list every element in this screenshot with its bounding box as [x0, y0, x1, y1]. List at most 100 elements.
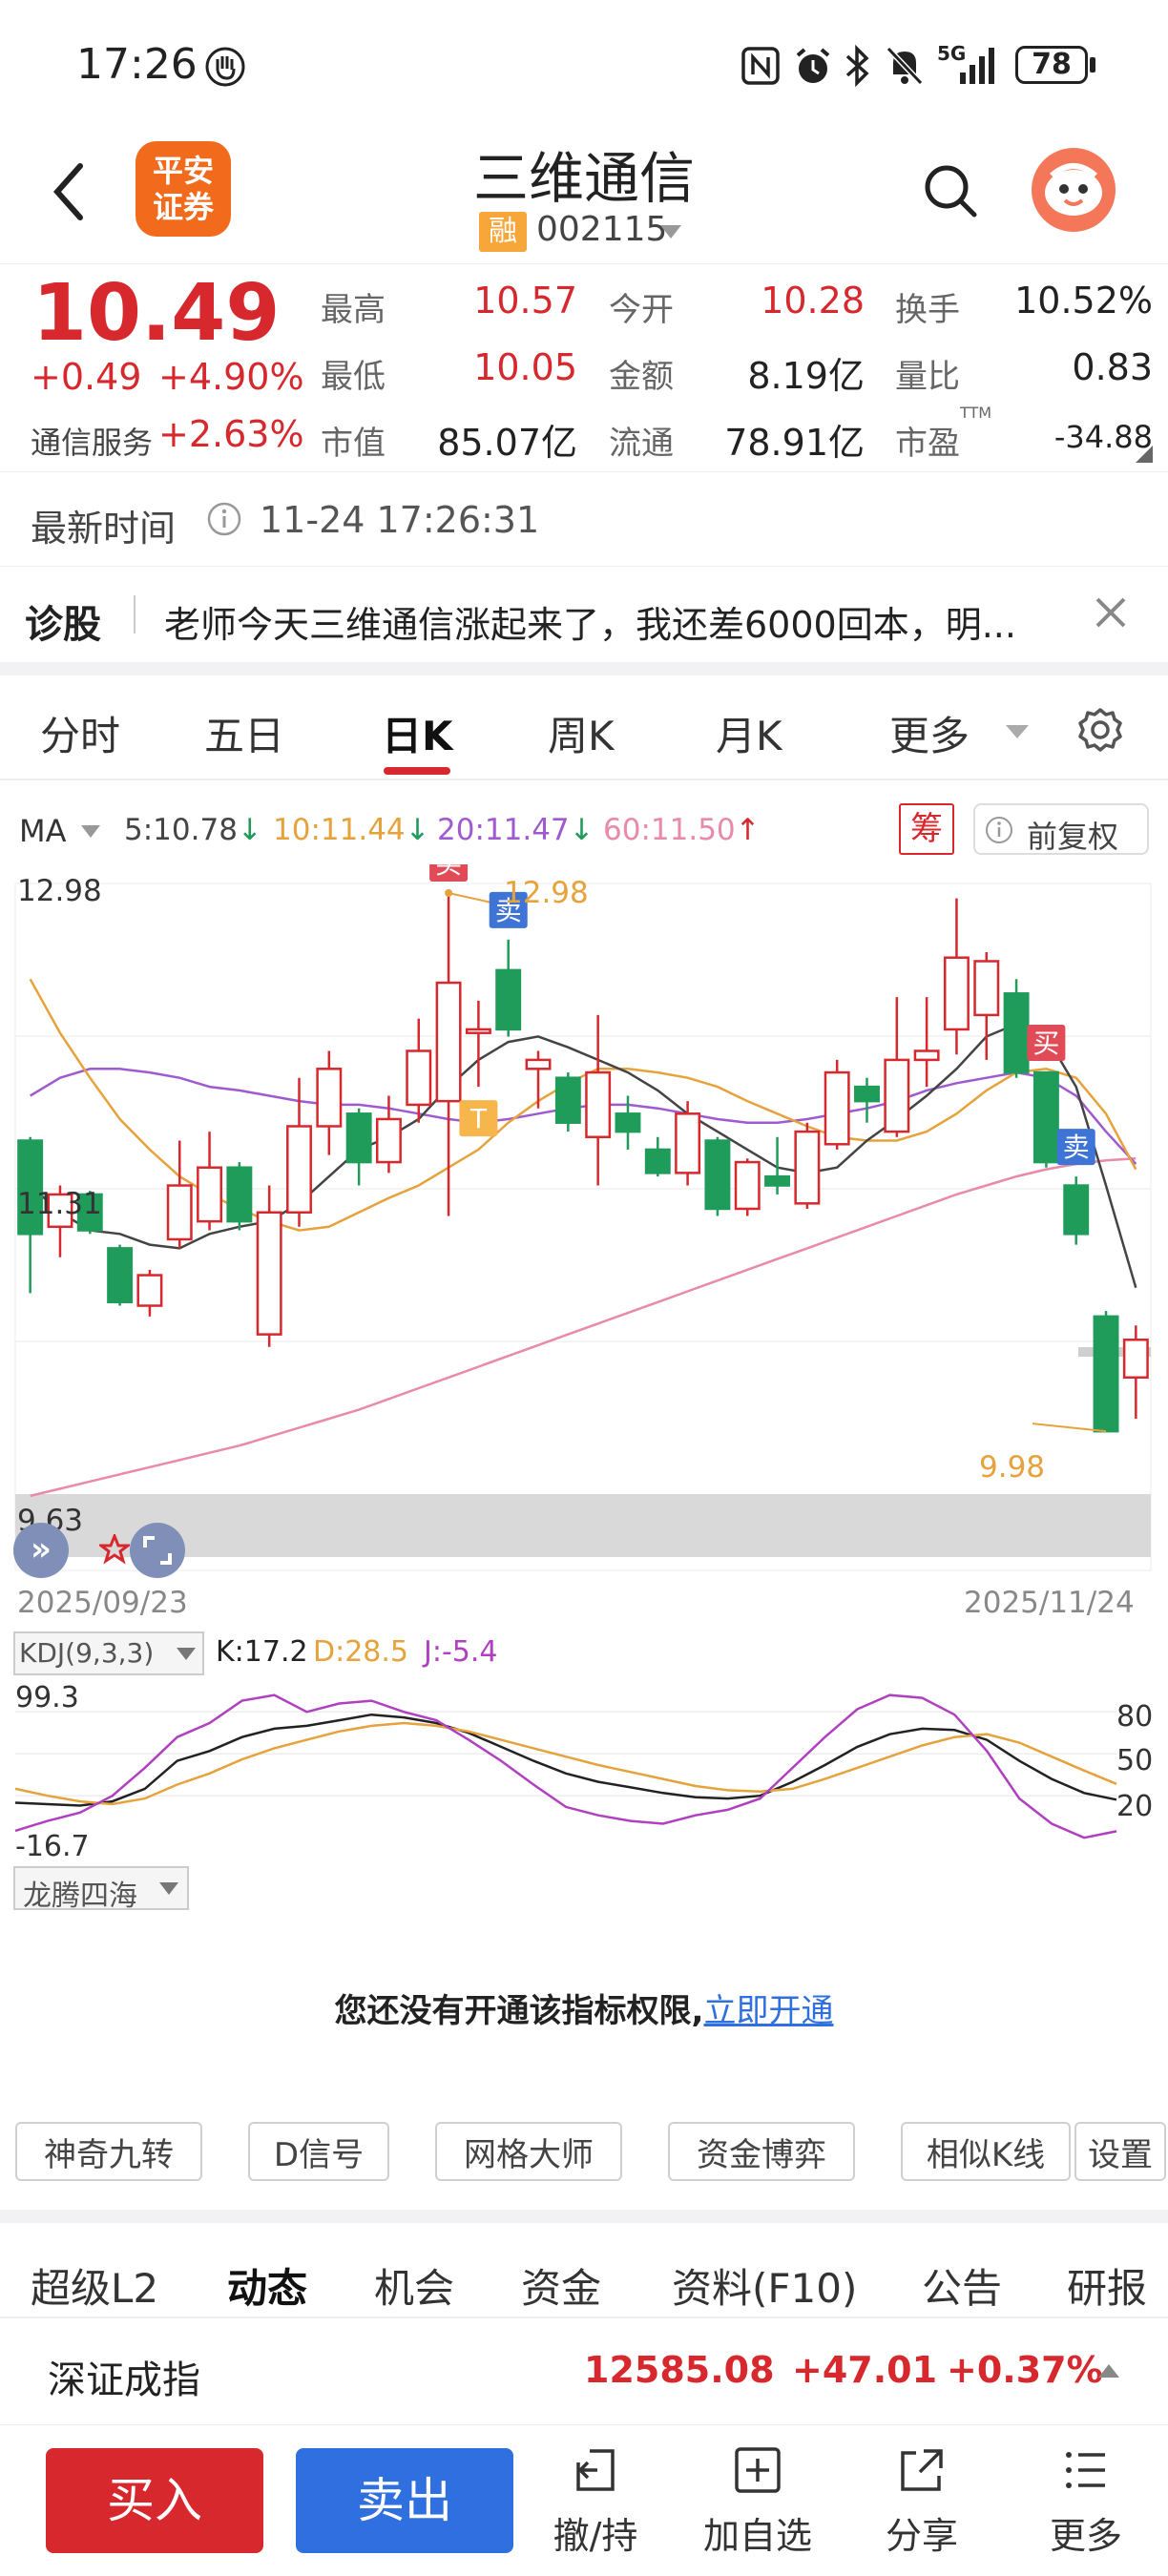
quote-grid: 最高 10.57 今开 10.28 换手 10.52% 最低 10.05 金额 …: [0, 264, 1168, 472]
volume-ratio-label: 量比: [895, 358, 960, 396]
kdj-svg: [14, 1693, 1117, 1839]
tab-f10[interactable]: 资料(F10): [672, 2256, 857, 2315]
kdj-selector[interactable]: KDJ(9,3,3): [13, 1631, 204, 1675]
active-tab-underline: [384, 767, 450, 775]
assistant-avatar-icon[interactable]: [1031, 147, 1116, 233]
index-bar[interactable]: 深证成指 12585.08 +47.01 +0.37%: [0, 2320, 1168, 2425]
broker-logo: 平安 证券: [136, 141, 231, 237]
cancel-order-icon: [569, 2443, 622, 2497]
permission-notice: 您还没有开通该指标权限,立即开通: [0, 1984, 1168, 2031]
stock-code[interactable]: 002115: [536, 210, 667, 249]
candle-body: [406, 1049, 432, 1107]
candle-body: [913, 1049, 940, 1062]
tab-monthly-k[interactable]: 月K: [716, 704, 782, 762]
kdj-y-min: -16.7: [15, 1830, 90, 1863]
tool-magic-nine[interactable]: 神奇九转: [15, 2122, 202, 2181]
tab-five-day[interactable]: 五日: [204, 704, 284, 762]
nav-cancel-hold[interactable]: 撤/持: [529, 2428, 662, 2559]
diagnosis-text[interactable]: 老师今天三维通信涨起来了，我还差6000回本，明...: [164, 595, 1016, 648]
ma-legend: MA 5:10.78↓ 10:11.44↓ 20:11.47↓ 60:11.50…: [0, 798, 1168, 864]
market-cap-label: 市值: [321, 425, 386, 463]
tab-more[interactable]: 更多: [889, 704, 970, 762]
tab-weekly-k[interactable]: 周K: [548, 704, 615, 762]
nav-share[interactable]: 分享: [855, 2428, 989, 2559]
tool-fund-game[interactable]: 资金博弈: [668, 2122, 855, 2181]
kline-svg: 买卖T买卖: [14, 864, 1152, 1571]
open-value: 10.28: [761, 280, 865, 322]
activate-link[interactable]: 立即开通: [703, 1992, 833, 2030]
ma-label[interactable]: MA: [19, 813, 67, 849]
candle-body: [375, 1117, 402, 1164]
kdj-k-line: [14, 1713, 1117, 1807]
fullscreen-icon[interactable]: [130, 1523, 185, 1578]
float-cap-value: 78.91亿: [724, 422, 865, 464]
volume-ratio-value: 0.83: [1072, 346, 1153, 388]
ma60-text: 60:11.50: [603, 813, 736, 847]
expand-corner-icon[interactable]: [1136, 446, 1153, 463]
tool-grid-master[interactable]: 网格大师: [435, 2122, 622, 2181]
adjust-mode-label: 前复权: [1027, 819, 1119, 855]
nav-more[interactable]: 更多: [1019, 2428, 1153, 2559]
turnover-label: 换手: [895, 291, 960, 329]
low-annotation: 9.98: [979, 1450, 1046, 1485]
chevron-up-icon: [1097, 2362, 1120, 2379]
expand-left-button[interactable]: »: [13, 1523, 69, 1578]
buy-button[interactable]: 买入: [46, 2448, 263, 2553]
kline-chart[interactable]: 买卖T买卖 12.98 11.31 9.63 12.98 9.98 2025/0…: [0, 864, 1168, 1628]
candle-body: [1093, 1315, 1119, 1433]
chip-distribution-button[interactable]: 筹: [899, 803, 954, 855]
amount-value: 8.19亿: [747, 355, 865, 397]
index-pct: +0.37%: [947, 2349, 1103, 2391]
extra-indicator-selector[interactable]: 龙腾四海: [13, 1866, 189, 1913]
tool-settings[interactable]: 设置: [1074, 2122, 1166, 2181]
ma20-value: 20:11.47↓: [437, 813, 594, 847]
diagnosis-bar[interactable]: 诊股 老师今天三维通信涨起来了，我还差6000回本，明...: [0, 567, 1168, 662]
tab-intraday[interactable]: 分时: [40, 704, 120, 762]
candle-body: [316, 1068, 343, 1128]
y-mid-label: 11.31: [17, 1187, 102, 1221]
candle-body: [107, 1247, 134, 1304]
search-icon[interactable]: [922, 162, 979, 219]
tab-super-l2[interactable]: 超级L2: [31, 2256, 158, 2315]
adjust-mode-button[interactable]: 前复权: [973, 803, 1149, 855]
low-value: 10.05: [473, 346, 577, 388]
gear-icon[interactable]: [1076, 706, 1124, 754]
back-arrow-icon[interactable]: [46, 158, 94, 225]
candle-body: [585, 1070, 612, 1139]
pe-value: -34.88: [1053, 419, 1153, 455]
chevron-down-icon[interactable]: [1004, 723, 1031, 740]
tool-similar-kline[interactable]: 相似K线: [901, 2122, 1071, 2181]
battery-icon: 78: [1015, 46, 1088, 84]
nav-add-watchlist[interactable]: 加自选: [691, 2428, 824, 2559]
tab-opportunity[interactable]: 机会: [374, 2256, 454, 2315]
close-icon[interactable]: [1092, 593, 1130, 632]
hand-icon: [204, 46, 246, 88]
candle-body: [286, 1125, 312, 1214]
turnover-value: 10.52%: [1014, 280, 1153, 322]
ma60-line: [30, 1157, 1137, 1498]
tab-announcement[interactable]: 公告: [922, 2256, 1002, 2315]
tab-news[interactable]: 动态: [227, 2256, 307, 2315]
candle-body: [973, 960, 1000, 1017]
chevron-down-icon[interactable]: [658, 223, 683, 240]
tab-research[interactable]: 研报: [1067, 2256, 1147, 2315]
info-icon: [985, 816, 1013, 844]
candle-body: [1003, 992, 1030, 1074]
candle-body: [1063, 1184, 1090, 1236]
candle-body: [525, 1058, 552, 1070]
ma5-value: 5:10.78↓: [124, 813, 262, 847]
info-icon[interactable]: [206, 501, 242, 537]
chevron-down-icon[interactable]: [80, 824, 101, 840]
high-value: 10.57: [473, 280, 577, 322]
tool-d-signal[interactable]: D信号: [248, 2122, 389, 2181]
high-dot: [445, 889, 453, 897]
update-label: 最新时间: [31, 508, 177, 550]
tab-funds[interactable]: 资金: [521, 2256, 601, 2315]
kdj-y-max: 99.3: [15, 1681, 79, 1714]
ma10-line: [29, 978, 1137, 1232]
tab-daily-k[interactable]: 日K: [382, 704, 453, 762]
sell-button[interactable]: 卖出: [296, 2448, 513, 2553]
marker-buy-label: 买: [435, 864, 462, 880]
kdj-panel[interactable]: KDJ(9,3,3) K:17.2 D:28.5 J:-5.4 99.3 -16…: [0, 1628, 1168, 1866]
broker-logo-line1: 平安: [152, 153, 214, 189]
